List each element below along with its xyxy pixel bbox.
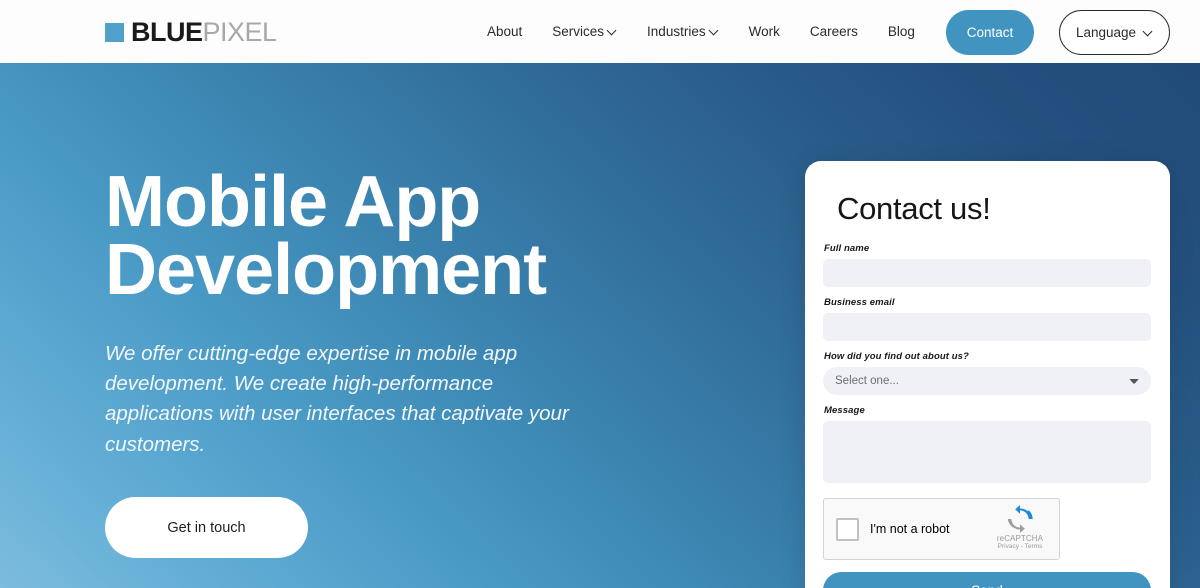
logo-text-primary: BLUE xyxy=(131,17,203,47)
hero-copy: Mobile App Development We offer cutting-… xyxy=(105,162,665,559)
get-in-touch-button[interactable]: Get in touch xyxy=(105,497,308,559)
recaptcha-brand-name: reCAPTCHA xyxy=(996,534,1044,543)
full-name-input[interactable] xyxy=(823,259,1151,287)
nav-label: Work xyxy=(748,24,780,39)
field-business-email: Business email xyxy=(823,297,1152,341)
nav-item-industries[interactable]: Industries xyxy=(647,24,719,39)
language-selector[interactable]: Language xyxy=(1059,10,1170,55)
hero-subtitle: We offer cutting-edge expertise in mobil… xyxy=(105,341,569,456)
nav-item-services[interactable]: Services xyxy=(552,24,617,39)
site-logo[interactable]: BLUEPIXEL xyxy=(105,19,277,46)
nav-item-careers[interactable]: Careers xyxy=(810,24,858,39)
logo-text-secondary: PIXEL xyxy=(202,17,278,47)
nav-item-about[interactable]: About xyxy=(487,24,522,39)
recaptcha-legal-links[interactable]: Privacy - Terms xyxy=(989,543,1051,550)
recaptcha-label: I'm not a robot xyxy=(870,522,950,536)
main-navigation: About Services Industries Work Careers B… xyxy=(487,24,915,39)
page-title: Mobile App Development xyxy=(105,162,547,311)
field-message: Message xyxy=(823,405,1152,488)
chevron-down-icon xyxy=(1144,27,1153,36)
message-label: Message xyxy=(824,405,865,416)
nav-label: Careers xyxy=(809,24,858,39)
hero-section: Mobile App Development We offer cutting-… xyxy=(0,63,1200,588)
site-header: BLUEPIXEL About Services Industries Work… xyxy=(0,0,1200,63)
field-find-out: How did you find out about us? Select on… xyxy=(823,351,1152,395)
find-out-select[interactable]: Select one... xyxy=(823,367,1151,395)
nav-label: Industries xyxy=(647,24,706,39)
field-full-name: Full name xyxy=(823,243,1152,287)
chevron-down-icon xyxy=(608,26,617,35)
send-button[interactable]: Send xyxy=(823,572,1151,588)
contact-form-card: Contact us! Full name Business email How… xyxy=(805,161,1170,588)
recaptcha-checkbox[interactable] xyxy=(836,517,859,541)
business-email-label: Business email xyxy=(824,297,895,308)
language-label: Language xyxy=(1075,25,1137,40)
logo-wordmark: BLUEPIXEL xyxy=(131,19,277,46)
recaptcha-icon xyxy=(1007,505,1033,533)
blue-square-icon xyxy=(105,23,124,42)
find-out-label: How did you find out about us? xyxy=(824,351,969,362)
recaptcha-widget[interactable]: I'm not a robot reCAPTCHA Privacy - Term… xyxy=(823,498,1060,560)
nav-label: Blog xyxy=(887,24,915,39)
contact-button[interactable]: Contact xyxy=(946,10,1034,55)
contact-form-title: Contact us! xyxy=(837,191,991,226)
nav-item-work[interactable]: Work xyxy=(749,24,780,39)
recaptcha-branding: reCAPTCHA Privacy - Terms xyxy=(989,505,1051,550)
nav-label: About xyxy=(487,24,523,39)
nav-item-blog[interactable]: Blog xyxy=(888,24,915,39)
message-textarea[interactable] xyxy=(823,421,1151,483)
business-email-input[interactable] xyxy=(823,313,1151,341)
nav-label: Services xyxy=(552,24,605,39)
chevron-down-icon xyxy=(710,26,719,35)
full-name-label: Full name xyxy=(824,243,870,254)
